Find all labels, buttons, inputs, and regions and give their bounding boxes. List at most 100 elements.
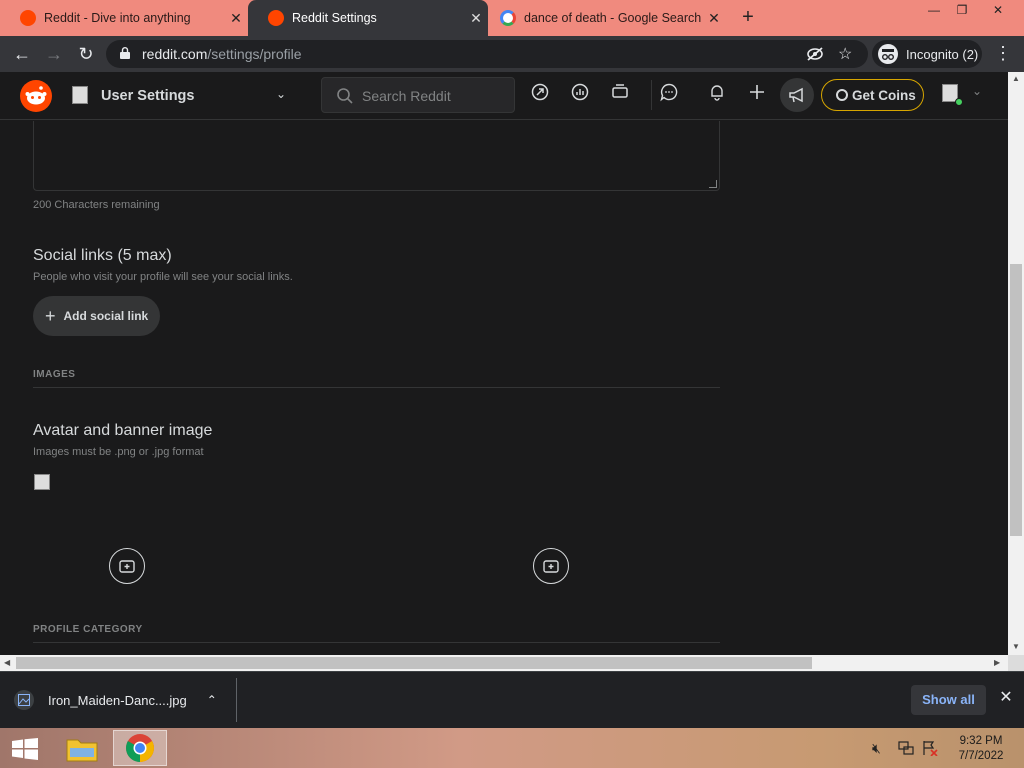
header-divider	[651, 80, 652, 110]
browser-menu-icon[interactable]: ⋮	[994, 42, 1012, 66]
online-status-dot	[955, 98, 963, 106]
settings-content: 200 Characters remaining Social links (5…	[0, 121, 1008, 655]
vertical-scrollbar[interactable]: ▲ ▼	[1008, 72, 1024, 655]
incognito-label: Incognito (2)	[906, 46, 979, 62]
chrome-taskbar-button[interactable]	[113, 730, 167, 766]
network-icon[interactable]	[898, 740, 914, 756]
bell-icon[interactable]	[707, 82, 727, 102]
community-switcher[interactable]: User Settings ⌄	[66, 80, 294, 112]
tab-google-search[interactable]: dance of death - Google Search ✕	[490, 0, 726, 36]
minimize-icon[interactable]: —	[920, 0, 948, 20]
scroll-up-arrow-icon[interactable]: ▲	[1012, 74, 1020, 83]
close-download-bar-icon[interactable]: ✕	[996, 688, 1016, 708]
get-coins-button[interactable]: Get Coins	[821, 79, 924, 111]
windows-taskbar: 🔇︎ 9:32 PM 7/7/2022	[0, 728, 1024, 768]
images-section-header: IMAGES	[33, 369, 720, 388]
reload-icon[interactable]: ↻	[74, 42, 98, 66]
community-label: User Settings	[101, 88, 195, 104]
download-divider	[236, 678, 237, 722]
clock-time: 9:32 PM	[959, 735, 1003, 747]
close-tab-icon[interactable]: ✕	[224, 10, 248, 27]
tab-title: Reddit - Dive into anything	[44, 11, 191, 25]
file-explorer-button[interactable]	[62, 730, 102, 766]
get-coins-label: Get Coins	[852, 87, 916, 103]
back-arrow-icon[interactable]: ←	[10, 42, 34, 66]
chrome-icon	[126, 734, 154, 762]
notification-flag-icon[interactable]	[922, 740, 938, 756]
browser-toolbar: ← → ↻ reddit.com/settings/profile ☆ Inco…	[0, 36, 1024, 72]
chevron-up-icon[interactable]: ⌃	[207, 693, 217, 707]
volume-muted-icon[interactable]: 🔇︎	[872, 740, 881, 757]
upload-banner-button[interactable]	[533, 548, 569, 584]
url-host: reddit.com	[142, 46, 208, 62]
stats-icon[interactable]	[570, 82, 590, 102]
reddit-header: User Settings ⌄ Search Reddit Get Coins …	[0, 72, 1024, 120]
user-menu[interactable]: ⌄	[938, 82, 998, 110]
search-reddit-input[interactable]: Search Reddit	[321, 77, 515, 113]
tab-reddit-home[interactable]: Reddit - Dive into anything ✕	[0, 0, 248, 36]
new-tab-button[interactable]: +	[736, 6, 760, 30]
tab-title: dance of death - Google Search	[524, 11, 702, 25]
about-textarea[interactable]	[33, 121, 720, 191]
scroll-right-arrow-icon[interactable]: ▶	[994, 658, 1000, 667]
scrollbar-corner	[1008, 655, 1024, 671]
show-all-button[interactable]: Show all	[911, 685, 986, 715]
tab-title: Reddit Settings	[292, 11, 377, 25]
download-item[interactable]: Iron_Maiden-Danc....jpg ⌃	[14, 686, 234, 714]
camera-plus-icon	[119, 560, 135, 573]
close-tab-icon[interactable]: ✕	[464, 10, 488, 27]
avatar-banner-description: Images must be .png or .jpg format	[33, 446, 204, 458]
folder-icon	[66, 739, 98, 762]
profile-category-section-label: PROFILE CATEGORY	[33, 624, 143, 635]
eye-slash-icon[interactable]	[806, 46, 824, 62]
scroll-left-arrow-icon[interactable]: ◀	[4, 658, 10, 667]
system-clock[interactable]: 9:32 PM 7/7/2022	[948, 734, 1014, 764]
video-icon[interactable]	[610, 82, 630, 102]
add-social-link-button[interactable]: + Add social link	[33, 296, 160, 336]
advertise-button[interactable]	[780, 78, 814, 112]
image-file-icon	[14, 690, 34, 710]
chat-icon[interactable]	[659, 82, 679, 102]
plus-icon: +	[45, 305, 56, 326]
reddit-icon	[268, 10, 284, 26]
close-tab-icon[interactable]: ✕	[702, 10, 726, 27]
address-bar[interactable]: reddit.com/settings/profile ☆	[106, 40, 868, 68]
profile-category-section-header: PROFILE CATEGORY	[33, 624, 720, 643]
reddit-logo-icon[interactable]	[20, 80, 52, 112]
star-icon[interactable]: ☆	[838, 44, 852, 64]
advertise-icon	[789, 87, 803, 103]
coin-icon	[836, 89, 848, 101]
incognito-profile-button[interactable]: Incognito (2)	[872, 40, 982, 68]
browser-tab-strip: Reddit - Dive into anything ✕ Reddit Set…	[0, 0, 1024, 36]
upload-avatar-button[interactable]	[109, 548, 145, 584]
incognito-icon	[878, 44, 898, 64]
lock-icon	[120, 47, 130, 59]
google-icon	[500, 10, 516, 26]
avatar-banner-title: Avatar and banner image	[33, 422, 213, 439]
images-section-label: IMAGES	[33, 369, 76, 380]
vertical-scroll-thumb[interactable]	[1010, 264, 1022, 536]
popular-icon[interactable]	[530, 82, 550, 102]
close-window-icon[interactable]: ✕	[984, 0, 1012, 20]
chars-remaining: 200 Characters remaining	[33, 199, 160, 211]
horizontal-scroll-thumb[interactable]	[16, 657, 812, 669]
download-bar: Iron_Maiden-Danc....jpg ⌃ Show all ✕	[0, 671, 1024, 728]
start-button[interactable]	[8, 730, 42, 766]
settings-image-icon	[72, 86, 88, 104]
restore-icon[interactable]: ❐	[948, 0, 976, 20]
add-social-link-label: Add social link	[63, 309, 149, 323]
horizontal-scrollbar[interactable]: ◀ ▶	[0, 655, 1008, 671]
download-file-name: Iron_Maiden-Danc....jpg	[48, 692, 187, 708]
resize-grip-icon[interactable]	[709, 180, 717, 188]
forward-arrow-icon[interactable]: →	[42, 42, 66, 66]
chevron-down-icon: ⌄	[276, 87, 287, 101]
search-placeholder: Search Reddit	[362, 88, 451, 104]
clock-date: 7/7/2022	[958, 750, 1004, 762]
reddit-icon	[20, 10, 36, 26]
windows-icon	[12, 738, 38, 760]
tab-reddit-settings[interactable]: Reddit Settings ✕	[248, 0, 488, 36]
scroll-down-arrow-icon[interactable]: ▼	[1012, 642, 1020, 651]
plus-icon[interactable]	[747, 82, 767, 102]
url-path: /settings/profile	[207, 46, 302, 62]
social-links-description: People who visit your profile will see y…	[33, 271, 293, 283]
